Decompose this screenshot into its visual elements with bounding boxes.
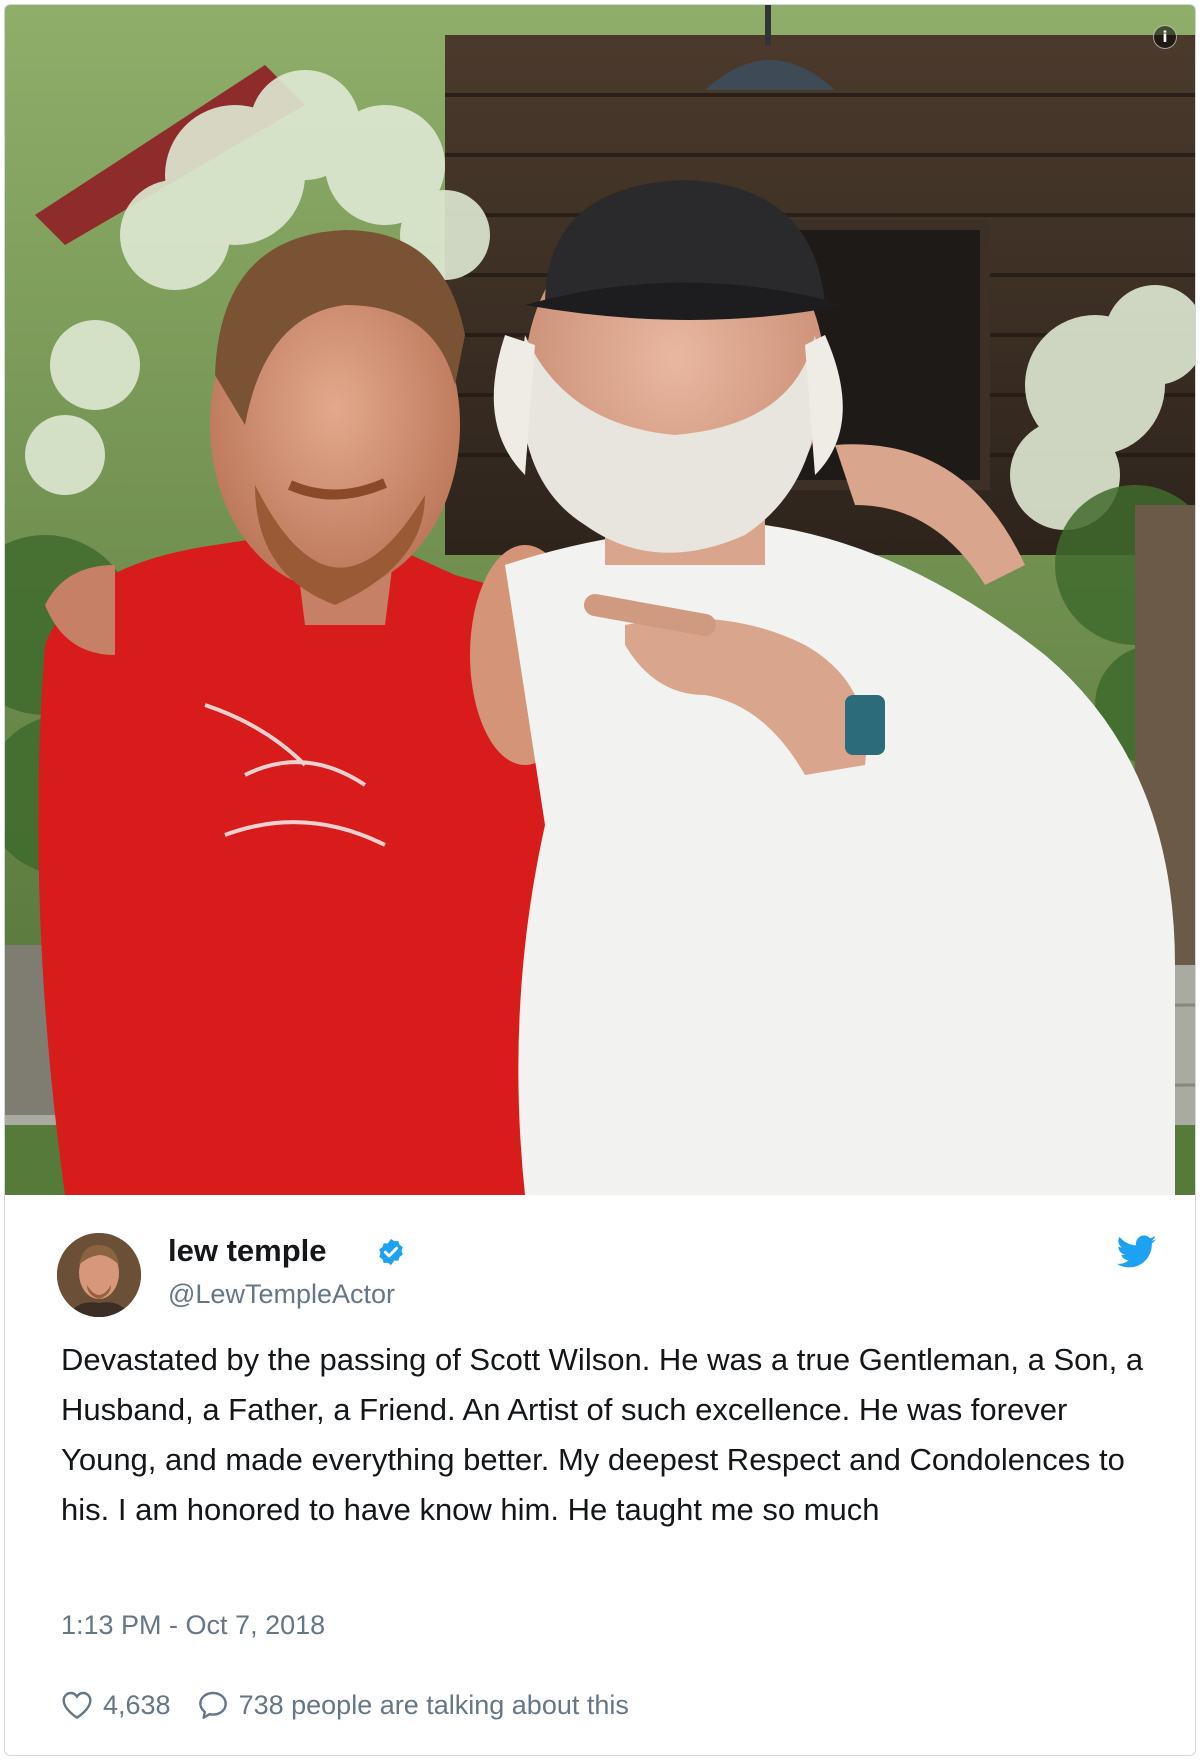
tweet-timestamp[interactable]: 1:13 PM - Oct 7, 2018 [61, 1610, 325, 1641]
embedded-tweet-card[interactable]: i lew temple @LewTempleActor Devastated … [4, 4, 1196, 1756]
tweet-photo[interactable]: i [5, 5, 1195, 1195]
twitter-bird-icon[interactable] [1117, 1235, 1157, 1269]
verified-badge-icon [379, 1238, 403, 1266]
tweet-actions: 4,638 738 people are talking about this [61, 1685, 629, 1725]
heart-icon[interactable] [61, 1690, 93, 1720]
photo-illustration [5, 5, 1195, 1195]
info-icon[interactable]: i [1153, 25, 1177, 49]
tweet-text: Devastated by the passing of Scott Wilso… [61, 1342, 1144, 1527]
speech-bubble-icon[interactable] [197, 1690, 229, 1720]
author-name[interactable]: lew temple [168, 1233, 327, 1269]
author-handle[interactable]: @LewTempleActor [168, 1279, 395, 1310]
avatar[interactable] [57, 1233, 141, 1317]
replies-text[interactable]: 738 people are talking about this [239, 1690, 629, 1721]
tweet-body: lew temple @LewTempleActor Devastated by… [5, 1195, 1195, 1755]
like-count[interactable]: 4,638 [103, 1690, 171, 1721]
